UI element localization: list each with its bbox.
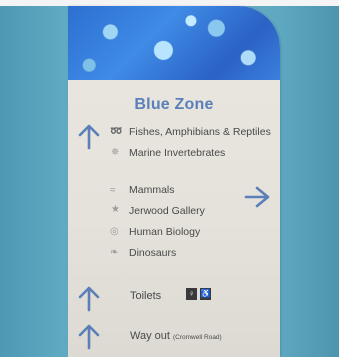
sign-item-label: Dinosaurs	[129, 247, 177, 259]
toilets-icon: ♀	[186, 288, 197, 300]
way-out-text: Way out	[130, 330, 170, 342]
right-arrow-icon	[244, 186, 270, 208]
up-arrow-icon	[78, 324, 100, 350]
sign-item-label: Fishes, Amphibians & Reptiles	[129, 126, 271, 138]
lizard-icon: ➿	[110, 126, 123, 137]
up-arrow-icon	[78, 124, 100, 150]
toilets-label: Toilets	[130, 290, 162, 302]
sign-item-label: Marine Invertebrates	[129, 147, 226, 159]
zone-title: Blue Zone	[134, 96, 214, 113]
eye-icon: ◎	[110, 226, 119, 237]
jellyfish-banner-image	[68, 6, 280, 80]
mammal-icon: ≈	[110, 185, 116, 196]
facilities-icons: ♀ ♿	[186, 288, 211, 300]
up-arrow-icon	[78, 286, 100, 312]
sign-item-label: Human Biology	[129, 226, 201, 238]
directional-sign: Blue Zone ➿ Fishes, Amphibians & Reptile…	[68, 6, 280, 357]
way-out-note: (Cromwell Road)	[172, 334, 222, 341]
sign-item-label: Mammals	[129, 184, 175, 196]
crab-icon: ✵	[111, 147, 120, 158]
dinosaur-icon: ❧	[110, 247, 119, 258]
sign-item-label: Jerwood Gallery	[129, 205, 205, 217]
way-out-label: Way out (Cromwell Road)	[130, 330, 222, 342]
star-icon: ★	[111, 204, 120, 215]
accessible-icon: ♿	[200, 288, 211, 300]
